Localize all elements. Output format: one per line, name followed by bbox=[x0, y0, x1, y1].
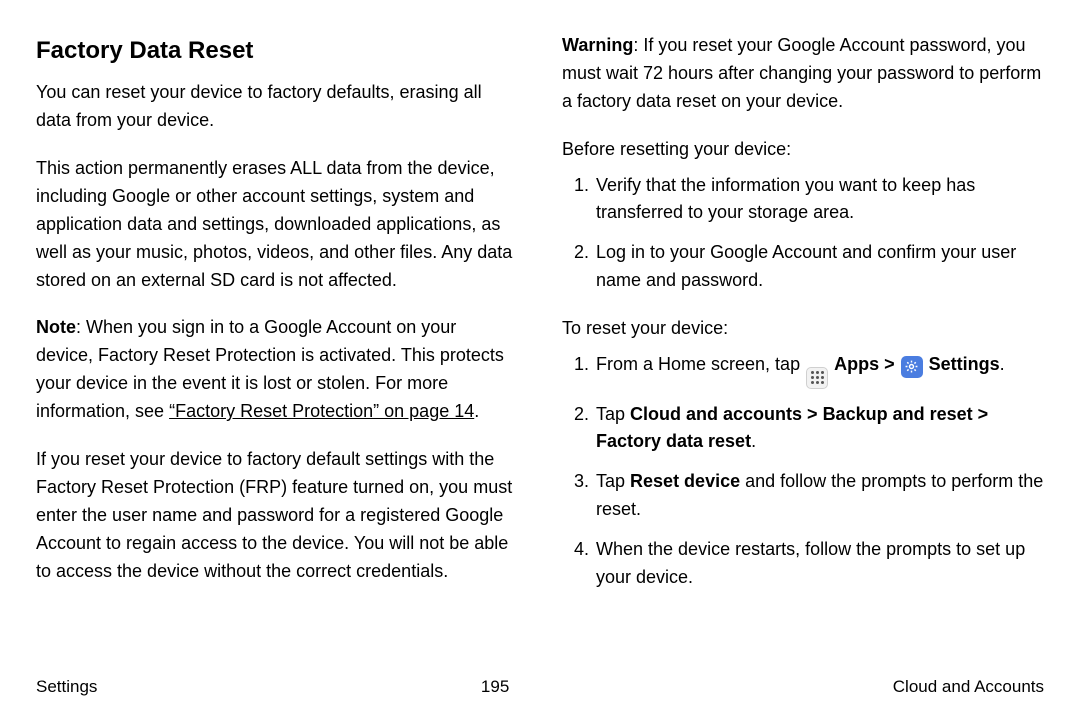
note-paragraph: Note: When you sign in to a Google Accou… bbox=[36, 314, 518, 426]
before-list: Verify that the information you want to … bbox=[562, 172, 1044, 296]
apps-label: Apps bbox=[834, 354, 879, 374]
chevron-right-icon: > bbox=[973, 404, 989, 424]
path-segment: Cloud and accounts bbox=[630, 404, 802, 424]
to-reset-intro: To reset your device: bbox=[562, 315, 1044, 343]
footer-left: Settings bbox=[36, 674, 97, 700]
reset-device-label: Reset device bbox=[630, 471, 740, 491]
step-text: Tap bbox=[596, 471, 630, 491]
list-item: When the device restarts, follow the pro… bbox=[594, 536, 1044, 592]
warning-paragraph: Warning: If you reset your Google Accoun… bbox=[562, 32, 1044, 116]
path-segment: Factory data reset bbox=[596, 431, 751, 451]
step-end: . bbox=[1000, 354, 1005, 374]
step-text: Tap bbox=[596, 404, 630, 424]
list-item: Tap Reset device and follow the prompts … bbox=[594, 468, 1044, 524]
step-end: . bbox=[751, 431, 756, 451]
paragraph: If you reset your device to factory defa… bbox=[36, 446, 518, 585]
reset-steps-list: From a Home screen, tap Apps > Settings.… bbox=[562, 351, 1044, 592]
warning-label: Warning bbox=[562, 35, 633, 55]
note-label: Note bbox=[36, 317, 76, 337]
chevron-right-icon: > bbox=[802, 404, 823, 424]
page-footer: Settings 195 Cloud and Accounts bbox=[36, 642, 1044, 700]
footer-page-number: 195 bbox=[481, 674, 509, 700]
apps-icon bbox=[806, 367, 828, 389]
paragraph: This action permanently erases ALL data … bbox=[36, 155, 518, 294]
list-item: From a Home screen, tap Apps > Settings. bbox=[594, 351, 1044, 389]
list-item: Tap Cloud and accounts > Backup and rese… bbox=[594, 401, 1044, 457]
settings-label: Settings bbox=[929, 354, 1000, 374]
left-column: Factory Data Reset You can reset your de… bbox=[36, 32, 518, 642]
chevron-right-icon: > bbox=[884, 354, 900, 374]
before-intro: Before resetting your device: bbox=[562, 136, 1044, 164]
step-text: From a Home screen, tap bbox=[596, 354, 805, 374]
note-body-end: . bbox=[474, 401, 479, 421]
list-item: Verify that the information you want to … bbox=[594, 172, 1044, 228]
paragraph: You can reset your device to factory def… bbox=[36, 79, 518, 135]
right-column: Warning: If you reset your Google Accoun… bbox=[562, 32, 1044, 642]
footer-right: Cloud and Accounts bbox=[893, 674, 1044, 700]
warning-body: : If you reset your Google Account passw… bbox=[562, 35, 1041, 111]
settings-gear-icon bbox=[901, 356, 923, 378]
path-segment: Backup and reset bbox=[823, 404, 973, 424]
page-heading: Factory Data Reset bbox=[36, 32, 518, 69]
factory-reset-protection-link[interactable]: “Factory Reset Protection” on page 14 bbox=[169, 401, 474, 421]
list-item: Log in to your Google Account and confir… bbox=[594, 239, 1044, 295]
